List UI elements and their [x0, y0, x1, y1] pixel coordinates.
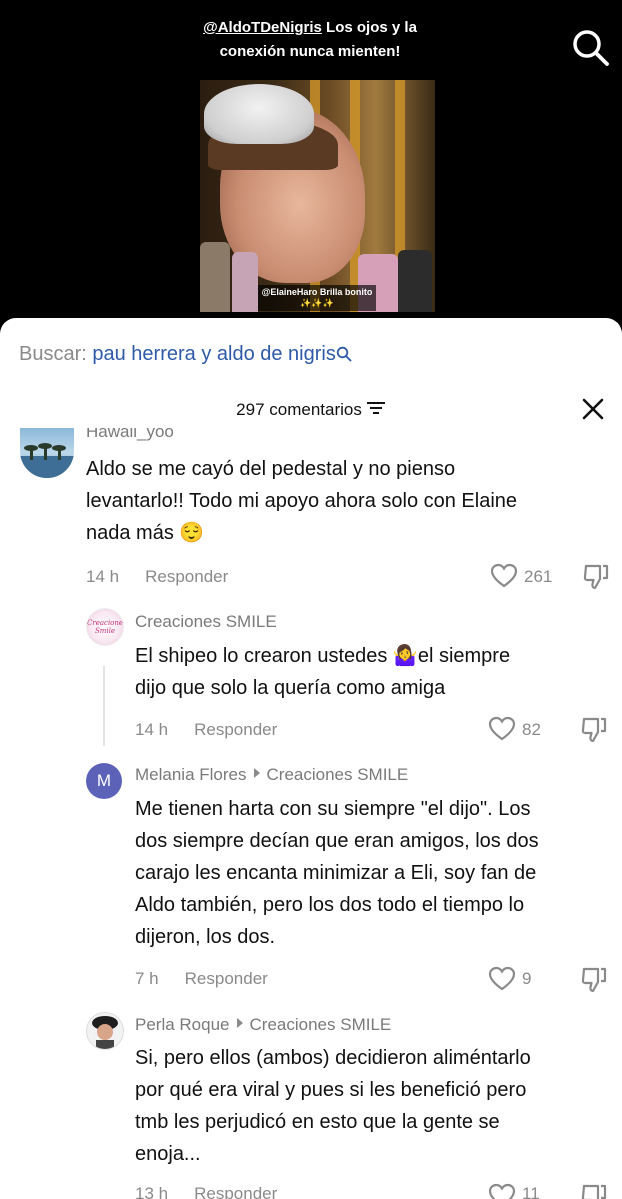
person-cap-image [204, 84, 314, 144]
comment-count-label: 297 comentarios [236, 400, 362, 419]
like-count: 82 [522, 720, 541, 739]
overlay-label-line2: ✨✨✨ [300, 298, 334, 308]
comment-line: Si, pero ellos (ambos) decidieron alimén… [135, 1047, 531, 1069]
heart-icon[interactable] [490, 563, 518, 589]
caption-mention[interactable]: @AldoTDeNigris [203, 19, 322, 36]
inset-person-image [200, 242, 230, 312]
avatar[interactable] [20, 428, 74, 478]
comment-time: 14 h [86, 567, 120, 586]
comment-time: 13 h [135, 1184, 169, 1199]
comment-text: El shipeo lo crearon ustedes 🤷‍♀️el siem… [135, 640, 615, 704]
video-thumbnail[interactable]: @ElaineHaro Brilla bonito ✨✨✨ [200, 80, 435, 312]
comment-username[interactable]: Creaciones SMILE [135, 612, 277, 632]
comment-line: tmb les perjudicó en esto que la gente s… [135, 1111, 500, 1133]
comment-username-row: Melania Flores Creaciones SMILE [135, 765, 408, 785]
caption-text-2: conexión nunca mienten! [219, 43, 401, 60]
comment-line: dijo que solo la quería como amiga [135, 677, 446, 699]
like-count: 261 [524, 567, 553, 586]
comment-line: Aldo se me cayó del pedestal y no pienso [86, 458, 456, 480]
avatar-logo-text: Creaciones Smile [87, 619, 124, 635]
comment-line: carajo les encanta minimizar a Eli, soy … [135, 862, 537, 884]
like-count: 9 [522, 969, 532, 988]
comment-line: dos siempre decían que eran amigos, los … [135, 830, 539, 852]
avatar[interactable]: M [86, 763, 122, 799]
close-icon[interactable] [580, 396, 606, 422]
comment-line: Me tienen harta con su siempre "el dijo"… [135, 798, 531, 820]
comment-line: levantarlo!! Todo mi apoyo ahora solo co… [86, 490, 518, 512]
avatar[interactable]: Creaciones Smile [86, 608, 124, 646]
filter-icon[interactable] [366, 400, 386, 416]
caption-text-1: Los ojos y la [321, 19, 417, 36]
overlay-label: @ElaineHaro Brilla bonito ✨✨✨ [258, 285, 376, 311]
reply-button[interactable]: Responder [194, 1184, 277, 1199]
video-background: @AldoTDeNigris Los ojos y la conexión nu… [0, 0, 622, 330]
comment-line: El shipeo lo crearon ustedes 🤷‍♀️el siem… [135, 645, 511, 667]
overlay-label-line1: @ElaineHaro Brilla bonito [261, 287, 373, 297]
comment-text: Si, pero ellos (ambos) decidieron alimén… [135, 1042, 622, 1170]
thread-line [103, 666, 105, 746]
comment-time: 7 h [135, 969, 159, 988]
avatar-photo-image [92, 1016, 118, 1049]
reply-to-username[interactable]: Creaciones SMILE [250, 1015, 392, 1034]
dislike-icon[interactable] [582, 563, 610, 591]
like-count: 11 [522, 1184, 540, 1199]
video-caption: @AldoTDeNigris Los ojos y la conexión nu… [150, 16, 470, 64]
comments-sheet: Buscar: pau herrera y aldo de nigris 297… [0, 318, 622, 1199]
dislike-icon[interactable] [580, 1183, 608, 1199]
reply-button[interactable]: Responder [194, 720, 277, 739]
comment-text: Me tienen harta con su siempre "el dijo"… [135, 793, 622, 953]
comment-line: dijeron, los dos. [135, 926, 276, 948]
avatar[interactable] [86, 1012, 124, 1050]
comment-line: Aldo también, pero los dos todo el tiemp… [135, 894, 525, 916]
comment-meta: 7 h Responder [135, 969, 268, 989]
comment-username[interactable]: Hawaii_yoo [86, 428, 174, 442]
dislike-icon[interactable] [580, 716, 608, 744]
arrow-right-icon [253, 768, 260, 778]
heart-icon[interactable] [488, 1183, 516, 1199]
search-icon[interactable] [569, 26, 611, 68]
reply-button[interactable]: Responder [145, 567, 228, 586]
comment-text: Aldo se me cayó del pedestal y no pienso… [86, 453, 616, 549]
search-query-link[interactable]: pau herrera y aldo de nigris [92, 343, 335, 365]
reply-button[interactable]: Responder [185, 969, 268, 988]
comment-line: por qué era viral y pues si les benefici… [135, 1079, 527, 1101]
comment-count[interactable]: 297 comentarios [0, 400, 622, 420]
dislike-icon[interactable] [580, 966, 608, 994]
search-suggestion[interactable]: Buscar: pau herrera y aldo de nigris [19, 340, 352, 368]
reply-to-username[interactable]: Creaciones SMILE [267, 765, 409, 784]
comment-meta: 14 h Responder [86, 567, 228, 587]
comment-line: nada más 😌 [86, 522, 205, 544]
arrow-right-icon [236, 1018, 243, 1028]
heart-icon[interactable] [488, 716, 516, 742]
comment-username[interactable]: Melania Flores [135, 765, 247, 784]
comment-meta: 13 h Responder [135, 1184, 277, 1199]
avatar-letter: M [96, 771, 112, 790]
comment-meta: 14 h Responder [135, 720, 277, 740]
comment-username[interactable]: Perla Roque [135, 1015, 230, 1034]
comments-header: 297 comentarios [0, 396, 622, 426]
comment-time: 14 h [135, 720, 169, 739]
heart-icon[interactable] [488, 966, 516, 992]
search-label: Buscar: [19, 343, 87, 365]
inset-person-image [232, 252, 258, 312]
inset-person-image [398, 250, 432, 312]
comment-username-row: Perla Roque Creaciones SMILE [135, 1015, 391, 1035]
comment-line: enoja... [135, 1143, 201, 1165]
avatar-beach-image [20, 443, 74, 478]
search-icon[interactable] [336, 346, 352, 362]
